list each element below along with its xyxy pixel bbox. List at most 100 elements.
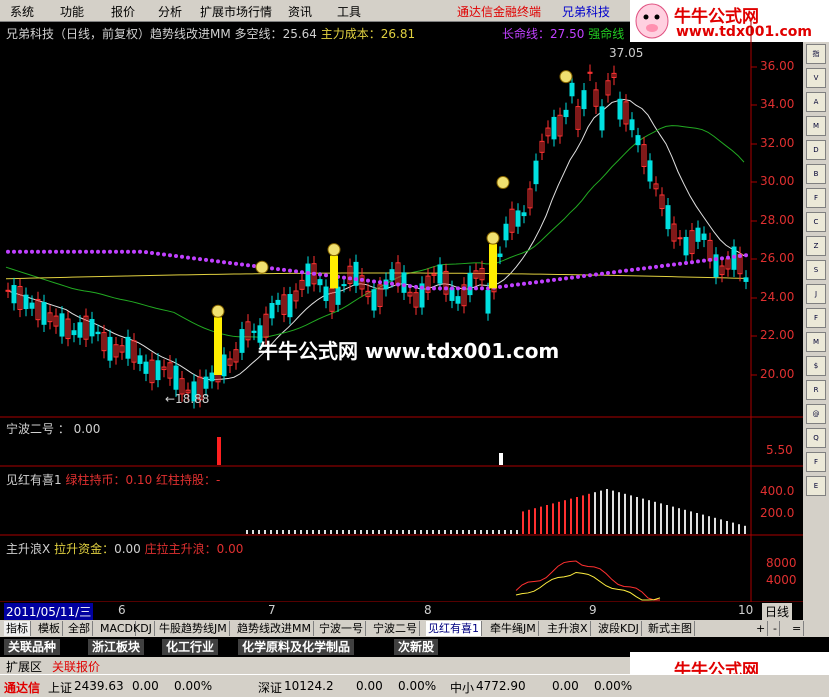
- toolbar-button[interactable]: Z: [806, 236, 826, 256]
- toolbar-button[interactable]: Q: [806, 428, 826, 448]
- menu-quote[interactable]: 报价: [111, 3, 135, 20]
- kline-chart[interactable]: [0, 21, 803, 618]
- trend-dot: [252, 264, 256, 269]
- toolbar-button[interactable]: F: [806, 452, 826, 472]
- candle-body: [617, 98, 623, 120]
- tab-all[interactable]: 全部: [66, 621, 93, 636]
- tab-remove[interactable]: -: [771, 621, 780, 636]
- trend-dot: [342, 275, 346, 280]
- toolbar-button[interactable]: $: [806, 356, 826, 376]
- month-tick: 8: [424, 603, 432, 617]
- menu-function[interactable]: 功能: [60, 3, 84, 20]
- extension-area[interactable]: 扩展区: [6, 658, 42, 675]
- signal-bar: [330, 255, 338, 289]
- tab-jianhong[interactable]: 见红有喜1: [426, 621, 482, 636]
- trend-dot: [312, 271, 316, 276]
- trend-dot: [678, 261, 682, 266]
- candle-body: [743, 277, 749, 282]
- toolbar-button[interactable]: D: [806, 140, 826, 160]
- toolbar-button[interactable]: F: [806, 188, 826, 208]
- trend-dot: [348, 276, 352, 281]
- toolbar-button[interactable]: 指: [806, 44, 826, 64]
- jianhong-bar: [396, 530, 398, 534]
- tab-boduan-kdj[interactable]: 波段KDJ: [596, 621, 642, 636]
- sh-index-value: 2439.63: [74, 679, 124, 693]
- menu-info[interactable]: 资讯: [288, 3, 312, 20]
- toolbar-button[interactable]: C: [806, 212, 826, 232]
- tab-template[interactable]: 模板: [36, 621, 63, 636]
- candle-body: [437, 264, 443, 284]
- trend-dot: [228, 260, 232, 265]
- trend-dot: [726, 255, 730, 260]
- menu-system[interactable]: 系统: [10, 3, 34, 20]
- tab-ningbo1[interactable]: 宁波一号: [317, 621, 366, 636]
- jianhong-bar: [492, 530, 494, 534]
- trend-dot: [126, 249, 130, 254]
- trend-dot: [696, 259, 700, 264]
- jianhong-bar: [672, 506, 674, 534]
- jianhong-bar: [252, 530, 254, 534]
- trend-dot: [78, 249, 82, 254]
- jianhong-bar: [606, 489, 608, 534]
- jianhong-bar: [516, 530, 518, 534]
- panel2-axis-tick: 5.50: [766, 443, 793, 457]
- toolbar-button[interactable]: B: [806, 164, 826, 184]
- candle-body: [695, 227, 701, 242]
- tab-qianniu[interactable]: 牵牛绳JM: [488, 621, 539, 636]
- lasheng-yellow-line: [515, 571, 661, 601]
- signal-bar: [489, 244, 497, 289]
- related-quote[interactable]: 关联报价: [52, 658, 100, 675]
- sector-chemical-raw[interactable]: 化学原料及化学制品: [238, 639, 355, 655]
- tab-new-main[interactable]: 新式主图: [646, 621, 695, 636]
- sector-subnew[interactable]: 次新股: [394, 639, 439, 655]
- trend-dot: [174, 254, 178, 259]
- tab-zhushenglang[interactable]: 主升浪X: [545, 621, 591, 636]
- jianhong-bar: [270, 530, 272, 534]
- tab-menu[interactable]: =: [790, 621, 805, 636]
- jianhong-bar: [630, 495, 632, 534]
- trend-dot: [378, 280, 382, 285]
- tab-add[interactable]: +: [754, 621, 769, 636]
- toolbar-button[interactable]: S: [806, 260, 826, 280]
- toolbar-button[interactable]: M: [806, 332, 826, 352]
- jianhong-bar: [330, 530, 332, 534]
- money-bag-icon: [255, 260, 269, 274]
- sector-chemical[interactable]: 化工行业: [162, 639, 219, 655]
- money-bag-icon: [327, 243, 341, 257]
- jianhong-bar: [564, 500, 566, 534]
- sz-index-label: 深证: [258, 681, 283, 695]
- menu-analysis[interactable]: 分析: [158, 3, 182, 20]
- jianhong-bar: [726, 521, 728, 534]
- trend-dot: [354, 277, 358, 282]
- tab-niugu[interactable]: 牛股趋势线JM: [157, 621, 230, 636]
- trend-dot: [474, 286, 478, 291]
- jianhong-bar: [282, 530, 284, 534]
- jianhong-bar: [486, 530, 488, 534]
- candle-body: [701, 233, 707, 240]
- trend-dot: [438, 286, 442, 291]
- tab-trendline[interactable]: 趋势线改进MM: [235, 621, 314, 636]
- ma-yellow-line: [5, 272, 745, 280]
- trend-dot: [72, 249, 76, 254]
- menu-tools[interactable]: 工具: [337, 3, 361, 20]
- toolbar-button[interactable]: F: [806, 308, 826, 328]
- jianhong-bar: [360, 530, 362, 534]
- toolbar-button[interactable]: A: [806, 92, 826, 112]
- toolbar-button[interactable]: @: [806, 404, 826, 424]
- tab-indicator[interactable]: 指标: [4, 621, 31, 636]
- toolbar-button[interactable]: M: [806, 116, 826, 136]
- jianhong-bar: [372, 530, 374, 534]
- sector-zhejiang[interactable]: 浙江板块: [88, 639, 145, 655]
- toolbar-button[interactable]: R: [806, 380, 826, 400]
- tab-kdj[interactable]: KDJ: [131, 621, 155, 636]
- menu-extended-market[interactable]: 扩展市场行情: [200, 3, 272, 20]
- tab-ningbo2[interactable]: 宁波二号: [371, 621, 420, 636]
- period-selector[interactable]: 日线: [762, 603, 793, 620]
- month-tick: 10: [738, 603, 754, 617]
- trend-dot: [522, 281, 526, 286]
- jianhong-bar: [612, 490, 614, 534]
- toolbar-button[interactable]: E: [806, 476, 826, 496]
- toolbar-button[interactable]: J: [806, 284, 826, 304]
- toolbar-button[interactable]: V: [806, 68, 826, 88]
- sector-related[interactable]: 关联品种: [4, 639, 61, 655]
